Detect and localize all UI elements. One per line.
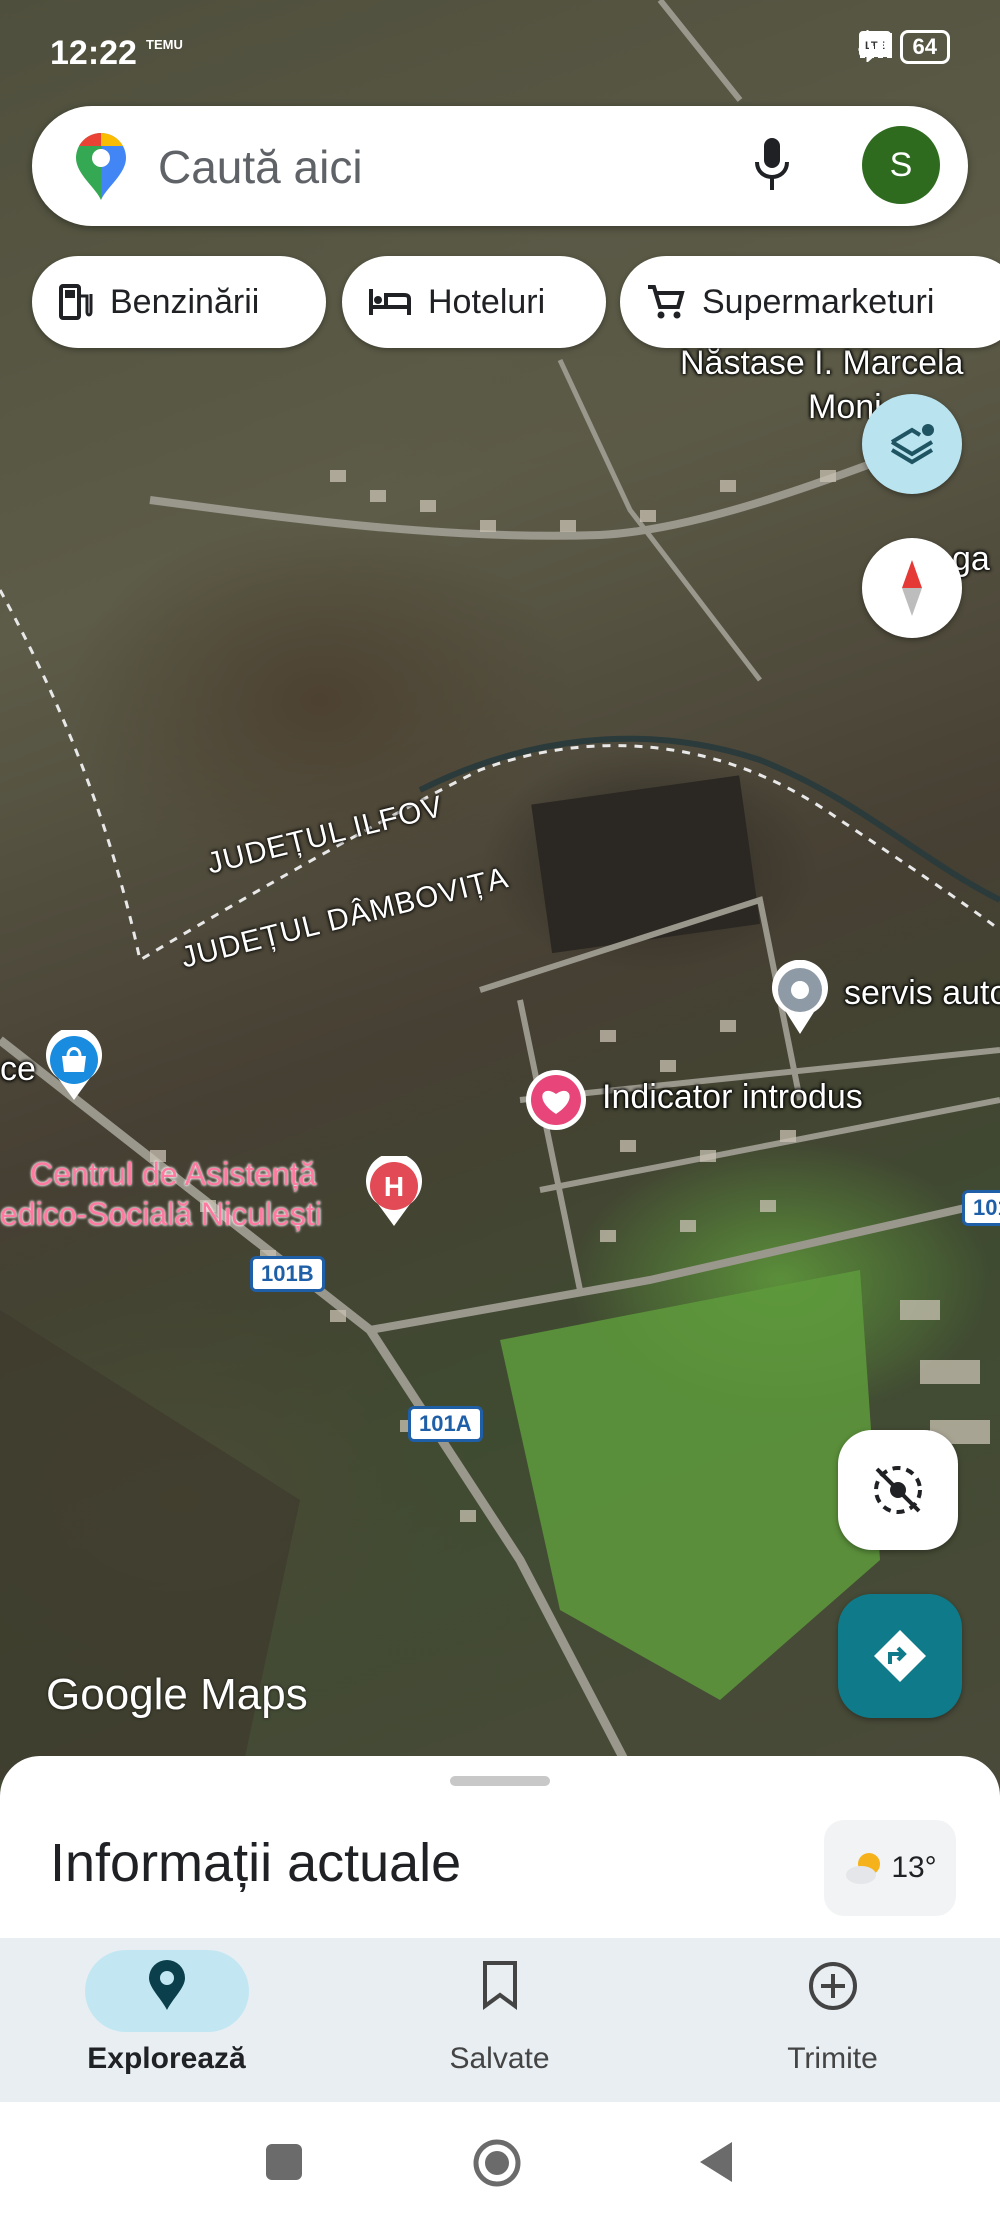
account-avatar[interactable]: S — [862, 126, 940, 204]
layers-icon — [890, 424, 934, 465]
home-icon[interactable] — [472, 2138, 522, 2188]
bed-icon — [369, 289, 411, 315]
place-label[interactable]: ce — [0, 1050, 36, 1089]
signal-icon — [860, 33, 893, 58]
road — [557, 358, 762, 682]
weather-chip[interactable]: 13° — [824, 1820, 956, 1916]
county-boundary — [0, 589, 1000, 963]
location-off-button[interactable] — [838, 1430, 958, 1550]
recents-icon[interactable] — [264, 2142, 304, 2182]
search-bar[interactable]: Caută aici S — [32, 106, 968, 226]
bookmark-icon — [482, 1961, 517, 2010]
road — [517, 999, 583, 1291]
chip-label: Benzinării — [110, 282, 260, 321]
compass-button[interactable] — [862, 538, 962, 638]
sheet-title: Informații actuale — [50, 1833, 462, 1893]
partly-sunny-icon — [846, 1853, 881, 1884]
location-pin-icon — [148, 1960, 185, 2010]
road-shield-101: 101 — [962, 1190, 1000, 1226]
chip-label: Hoteluri — [428, 282, 546, 321]
place-label[interactable]: Indicator introdus — [602, 1078, 863, 1117]
gas-station-icon — [59, 284, 93, 320]
chip-supermarkets[interactable]: Supermarketuri — [620, 256, 1000, 348]
system-navigation-bar — [0, 2102, 1000, 2222]
bottom-sheet[interactable]: Informații actuale 13° — [0, 1756, 1000, 1942]
directions-icon — [874, 1630, 926, 1682]
nav-explore[interactable]: Explorează — [0, 1938, 333, 2102]
status-icons: LTE 4G 64 — [858, 30, 950, 64]
carrier-badge: TEMU — [146, 37, 183, 52]
location-disabled-icon — [874, 1466, 922, 1514]
weather-temperature: 13° — [891, 1851, 937, 1884]
dark-field — [531, 775, 761, 954]
road — [149, 426, 962, 540]
nav-label: Salvate — [449, 2042, 550, 2075]
map-pin-icon — [772, 960, 828, 1034]
place-label-hospital-line1[interactable]: Centrul de Asistență — [30, 1154, 316, 1194]
google-maps-watermark: Google Maps — [46, 1670, 308, 1719]
road-shield-101b: 101B — [250, 1256, 325, 1292]
status-bar: 12:22 TEMU LTE 4G 64 — [0, 0, 1000, 100]
chip-gas-stations[interactable]: Benzinării — [32, 256, 326, 348]
shopping-cart-icon — [648, 285, 685, 319]
sheet-drag-handle[interactable] — [450, 1776, 550, 1786]
search-input[interactable]: Caută aici — [158, 140, 363, 194]
nav-label: Trimite — [787, 2042, 878, 2075]
place-label-hospital-line2[interactable]: edico-Socială Niculești — [0, 1194, 322, 1234]
bottom-navigation: Explorează Salvate Trimite — [0, 1938, 1000, 2102]
place-label[interactable]: servis auto — [844, 974, 1000, 1013]
battery-indicator: 64 — [899, 30, 950, 64]
layers-button[interactable] — [862, 394, 962, 494]
microphone-icon[interactable] — [752, 134, 792, 194]
directions-button[interactable] — [838, 1594, 962, 1718]
compass-icon — [902, 560, 922, 616]
back-icon[interactable] — [696, 2140, 736, 2184]
nav-label: Explorează — [87, 2042, 246, 2075]
chip-label: Supermarketuri — [702, 282, 935, 321]
nav-saved[interactable]: Salvate — [333, 1938, 666, 2102]
google-maps-logo-icon — [76, 132, 126, 200]
status-time: 12:22 — [50, 34, 137, 72]
shopping-bag-icon — [46, 1030, 102, 1100]
hospital-icon: H — [366, 1156, 422, 1226]
svg-text:H: H — [384, 1171, 404, 1202]
nav-contribute[interactable]: Trimite — [666, 1938, 999, 2102]
place-label[interactable]: Năstase I. Marcela — [680, 344, 963, 383]
heart-pin-icon — [526, 1070, 586, 1130]
road-shield-101a: 101A — [408, 1406, 483, 1442]
add-circle-icon — [808, 1962, 857, 2010]
chip-hotels[interactable]: Hoteluri — [342, 256, 606, 348]
